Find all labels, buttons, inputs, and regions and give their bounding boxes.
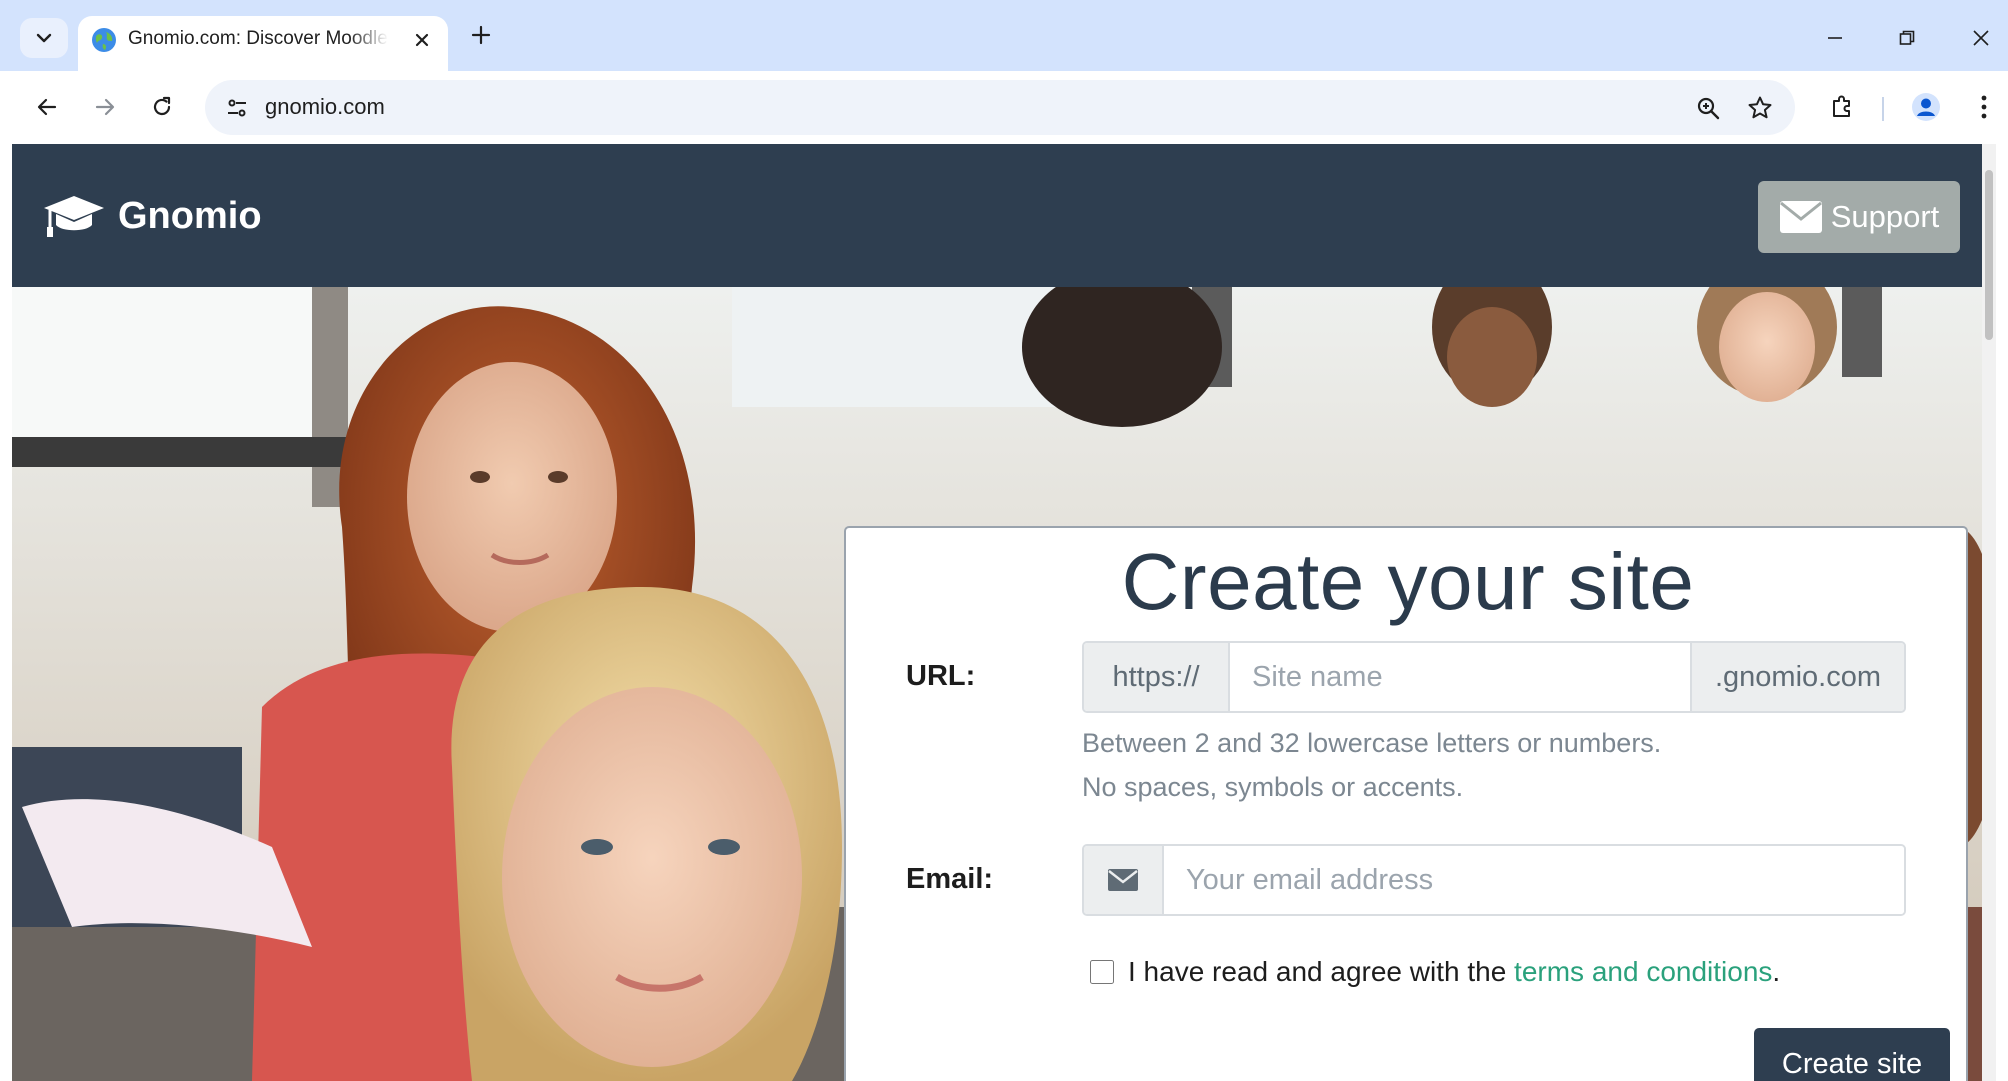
url-label: URL: [906,660,976,692]
email-input[interactable] [1164,846,1904,914]
back-button[interactable] [25,85,69,129]
menu-button[interactable] [1964,87,2004,127]
close-icon [1973,30,1989,46]
url-input-group: https:// .gnomio.com [1082,641,1906,713]
tab-title: Gnomio.com: Discover Moodle™ 4 [128,28,388,49]
create-site-button[interactable]: Create site [1754,1028,1950,1081]
new-tab-button[interactable] [466,20,496,50]
forward-button[interactable] [83,85,127,129]
page-title: Create your site [1121,537,1695,626]
create-site-card: Create your site URL: https:// .gnomio.c… [844,526,1968,1081]
chevron-down-icon [36,33,52,43]
reload-icon [153,96,171,116]
tab-search-button[interactable] [20,18,68,58]
scrollbar-thumb[interactable] [1985,170,1993,340]
extensions-button[interactable] [1822,87,1862,127]
site-header: Gnomio Support [12,144,1996,287]
restore-button[interactable] [1887,18,1927,58]
envelope-icon [1108,869,1138,891]
site-info-button[interactable] [219,90,255,126]
support-label: Support [1830,199,1940,234]
restore-icon [1899,30,1915,45]
terms-prefix: I have read and agree with the [1128,956,1515,987]
url-suffix: .gnomio.com [1690,643,1904,711]
terms-text: I have read and agree with the terms and… [1128,956,1780,988]
page-viewport: Gnomio Support Create your site URL: htt… [12,144,1996,1081]
url-help-line-1: Between 2 and 32 lowercase letters or nu… [1082,728,1662,758]
brand-name: Gnomio [118,194,262,237]
minimize-icon [1828,37,1842,39]
zoom-in-icon [1697,97,1720,120]
terms-link[interactable]: terms and conditions [1514,956,1772,987]
star-icon [1748,96,1772,119]
address-bar[interactable]: gnomio.com [205,80,1795,135]
url-prefix: https:// [1084,643,1230,711]
zoom-button[interactable] [1690,90,1726,126]
avatar-icon [1912,93,1940,121]
page-scrollbar[interactable] [1982,144,1996,1081]
envelope-icon [1779,201,1822,233]
minimize-button[interactable] [1815,18,1855,58]
reload-button[interactable] [140,85,184,129]
tab-close-button[interactable] [408,26,436,54]
graduation-cap-icon [44,196,104,237]
url-text[interactable]: gnomio.com [265,94,385,120]
email-label: Email: [906,863,994,895]
tune-icon [228,99,246,117]
more-vert-icon [1981,95,1987,119]
close-icon [415,33,429,47]
toolbar-divider [1882,97,1884,121]
profile-button[interactable] [1906,87,1946,127]
arrow-left-icon [37,98,57,116]
brand-link[interactable]: Gnomio [42,190,262,242]
terms-suffix: . [1772,956,1781,987]
hero-photo: Create your site URL: https:// .gnomio.c… [12,287,1996,1081]
puzzle-icon [1833,95,1850,117]
bookmark-button[interactable] [1742,90,1778,126]
tab-strip: Gnomio.com: Discover Moodle™ 4 [0,0,2008,71]
url-help-line-2: No spaces, symbols or accents. [1082,772,1464,802]
browser-tab[interactable]: Gnomio.com: Discover Moodle™ 4 [78,16,448,71]
terms-checkbox[interactable] [1090,960,1114,984]
email-addon [1084,846,1164,914]
terms-agreement: I have read and agree with the terms and… [1090,956,1780,988]
close-window-button[interactable] [1961,18,2001,58]
globe-favicon-icon [92,28,116,52]
email-input-group [1082,844,1906,916]
site-name-input[interactable] [1230,643,1690,711]
support-button[interactable]: Support [1758,181,1960,253]
plus-icon [471,25,491,45]
browser-toolbar: gnomio.com [0,71,2008,144]
arrow-right-icon [95,98,115,116]
